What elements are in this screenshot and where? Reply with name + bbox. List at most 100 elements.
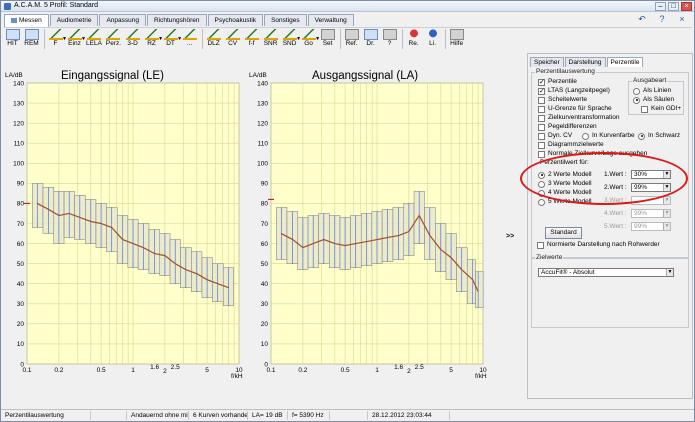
- wert-5-select[interactable]: 99% ▼: [631, 222, 671, 231]
- tab-messen[interactable]: Messen: [4, 14, 49, 27]
- checkbox-u-grenze[interactable]: U-Grenze für Sprache: [538, 105, 612, 113]
- toolbar-button-14[interactable]: SNR: [262, 29, 279, 50]
- tab-sonstiges[interactable]: Sonstiges: [264, 14, 307, 26]
- radio-3-werte-modell[interactable]: 3 Werte Modell: [538, 180, 592, 188]
- radio-als-linien[interactable]: Als Linien: [633, 87, 671, 95]
- toolbar-button-7[interactable]: 3-D: [124, 29, 141, 50]
- minimize-button[interactable]: –: [655, 2, 666, 11]
- window-controls: – □ ×: [655, 2, 692, 11]
- checkbox-label: Scheitelwerte: [548, 96, 588, 103]
- toolbar-button-10[interactable]: ...: [181, 29, 198, 50]
- chart-la-svg: 0102030405060708090100110120130140LA/dB0…: [249, 72, 487, 380]
- toolbar-button-label: DLZ: [207, 40, 220, 47]
- standard-button[interactable]: Standard: [545, 227, 582, 239]
- checkbox-dyn-cv[interactable]: Dyn. CV: [538, 132, 572, 140]
- toolbar-button-18[interactable]: Ref.: [343, 29, 360, 50]
- toolbar-button-label: Perz.: [105, 40, 122, 47]
- toolbar-button-13[interactable]: f-f: [243, 29, 260, 50]
- radio-2-werte-modell[interactable]: 2 Werte Modell: [538, 171, 592, 179]
- radio-in-kurvenfarbe[interactable]: In Kurvenfarbe: [582, 132, 635, 140]
- radio-label: In Kurvenfarbe: [592, 132, 635, 139]
- radio-als-saeulen[interactable]: Als Säulen: [633, 96, 674, 104]
- toolbar-button-11[interactable]: DLZ: [205, 29, 222, 50]
- chevron-down-icon: ▼: [663, 171, 670, 178]
- checkbox-pegeldifferenzen[interactable]: Pegeldifferenzen: [538, 123, 597, 131]
- toolbar-button-label: F: [53, 40, 58, 47]
- x-tick-label: 2.5: [415, 364, 424, 371]
- radio-4-werte-modell[interactable]: 4 Werte Modell: [538, 189, 592, 197]
- undo-icon[interactable]: ↶: [634, 14, 650, 25]
- y-tick-label: 130: [257, 100, 268, 107]
- expand-panel-button[interactable]: >>: [506, 233, 514, 240]
- checkbox-diagrammzielwerte[interactable]: Diagrammzielwerte: [538, 141, 604, 149]
- tab-darstellung[interactable]: Darstellung: [564, 57, 606, 67]
- toolbar-button-6[interactable]: Perz.: [105, 29, 122, 50]
- toolbar-button-23[interactable]: Hilfe: [448, 29, 465, 50]
- toolbar-button-19[interactable]: Dr.: [362, 29, 379, 50]
- x-tick-label: 1: [131, 367, 135, 374]
- nav-right: ↶ ? ×: [634, 14, 690, 25]
- checkbox-perzentile[interactable]: ✓ Perzentile: [538, 78, 577, 86]
- checkbox-ltas[interactable]: ✓ LTAS (Langzeitpegel): [538, 87, 610, 95]
- toolbar-button-label: SNR: [263, 40, 278, 47]
- toolbar-button-17[interactable]: Set: [319, 29, 336, 50]
- tab-perzentile[interactable]: Perzentile: [606, 57, 644, 67]
- radio-5-werte-modell[interactable]: 5 Werte Modell: [538, 198, 592, 206]
- toolbar-button-22[interactable]: Li.: [424, 29, 441, 50]
- radio-in-schwarz[interactable]: In Schwarz: [638, 132, 680, 140]
- checkbox-normierte-darstellung[interactable]: Normierte Darstellung nach Rohwerder: [537, 241, 660, 249]
- toolbar-button-label: SND: [282, 40, 297, 47]
- toolbar-button-21[interactable]: Re.: [405, 29, 422, 50]
- toolbar-button-3[interactable]: F ▼: [47, 29, 67, 50]
- checkbox-normale-zielkurve[interactable]: Normale Zielkurve/Lage ausgeben: [538, 150, 647, 158]
- checkbox-box: [538, 141, 545, 149]
- checkbox-zielkurventransformation[interactable]: Zielkurventransformation: [538, 114, 620, 122]
- radio-label: Als Säulen: [643, 96, 675, 103]
- maximize-button[interactable]: □: [668, 2, 679, 11]
- wert-2-label: 2.Wert :: [604, 184, 627, 191]
- tab-psychoakustik[interactable]: Psychoakustik: [207, 14, 264, 26]
- toolbar-button-8[interactable]: RZ ▼: [143, 29, 163, 50]
- radio-label: 2 Werte Modell: [548, 171, 592, 178]
- toolbar-button-12[interactable]: CV: [224, 29, 241, 50]
- y-tick-label: 120: [13, 120, 24, 127]
- y-tick-label: 90: [17, 181, 25, 188]
- y-tick-label: 50: [261, 261, 269, 268]
- toolbar-button-16[interactable]: Go ▼: [300, 29, 320, 50]
- chevron-down-icon: ▼: [663, 197, 670, 204]
- checkbox-scheitelwerte[interactable]: Scheitelwerte: [538, 96, 587, 104]
- toolbar-button-20[interactable]: ?: [381, 29, 398, 50]
- tools-icon: [320, 29, 335, 40]
- chart-le-svg: 0102030405060708090100110120130140LA/dB0…: [5, 72, 243, 380]
- toolbar-separator: [445, 29, 447, 49]
- toolbar-button-9[interactable]: DT ▼: [162, 29, 182, 50]
- wert-2-select[interactable]: 99% ▼: [631, 183, 671, 192]
- toolbar-button-label: RZ: [147, 40, 156, 47]
- help-icon: [449, 29, 464, 40]
- y-tick-label: 70: [261, 221, 269, 228]
- toolbar-separator: [340, 29, 342, 49]
- help-icon[interactable]: ?: [654, 14, 670, 25]
- toolbar-button-1[interactable]: HIT: [4, 29, 21, 50]
- status-frequency: f= 5390 Hz: [290, 411, 330, 420]
- close-view-icon[interactable]: ×: [674, 14, 690, 25]
- wert-1-select[interactable]: 30% ▼: [631, 170, 671, 179]
- checkbox-kein-gdi[interactable]: Kein GDI+: [641, 105, 681, 113]
- tab-speicher[interactable]: Speicher: [530, 57, 564, 67]
- wert-3-select[interactable]: ▼: [631, 196, 671, 205]
- tab-audiometrie[interactable]: Audiometrie: [49, 14, 99, 26]
- checkbox-label: U-Grenze für Sprache: [548, 105, 612, 112]
- radio-label: 4 Werte Modell: [548, 189, 592, 196]
- tab-anpassung[interactable]: Anpassung: [99, 14, 146, 26]
- tab-richtungshoeren[interactable]: Richtungshören: [146, 14, 207, 26]
- settings-panel: Speicher Darstellung Perzentile Perzenti…: [527, 53, 693, 399]
- x-tick-label: 5: [205, 367, 209, 374]
- toolbar-button-2[interactable]: REM: [23, 29, 40, 50]
- tab-verwaltung[interactable]: Verwaltung: [307, 14, 354, 26]
- close-button[interactable]: ×: [681, 2, 692, 11]
- toolbar-button-4[interactable]: Einz ▼: [66, 29, 86, 50]
- wert-4-select[interactable]: 99% ▼: [631, 209, 671, 218]
- toolbar-button-5[interactable]: LELA: [85, 29, 103, 50]
- toolbar-button-15[interactable]: SND ▼: [281, 29, 301, 50]
- zielwerte-select[interactable]: AccuFit® - Absolut ▼: [538, 268, 674, 277]
